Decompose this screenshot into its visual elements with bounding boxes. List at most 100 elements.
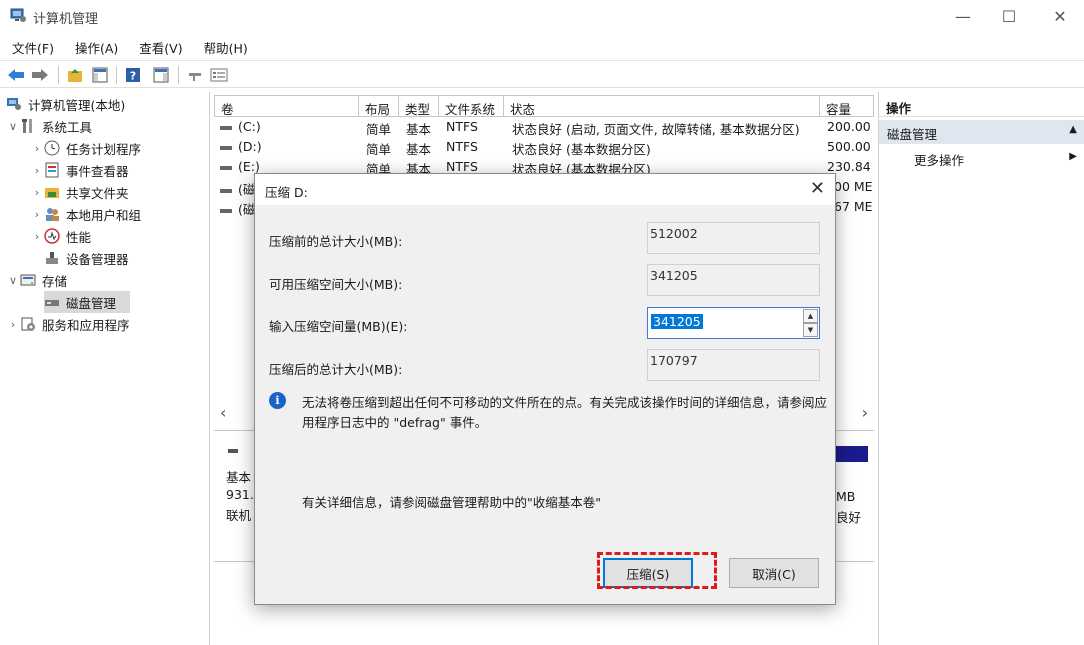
tree-item-system-tools[interactable]: ∨ 系统工具 [6,115,92,137]
services-icon [21,317,35,331]
collapse-chevron-icon[interactable]: ∨ [6,120,20,133]
tree-item-services-apps[interactable]: › 服务和应用程序 [6,313,130,335]
column-header-status[interactable]: 状态 [504,95,820,117]
tree-label: 磁盘管理 [66,295,117,311]
drive-icon [220,208,232,213]
capacity-cell: 500.00 [827,139,871,154]
tree-item-shared-folders[interactable]: › 共享文件夹 [30,181,129,203]
tree-item-performance[interactable]: › 性能 [30,225,91,247]
menu-view[interactable]: 查看(V) [127,35,191,57]
actions-section-disk-management[interactable]: 磁盘管理 ▲ [879,120,1084,144]
type-cell: 基本 [406,142,432,157]
dialog-title: 压缩 D: [265,185,308,200]
maximize-button[interactable]: ☐ [986,0,1032,33]
total-after-label: 压缩后的总计大小(MB): [269,362,403,377]
shrink-amount-value[interactable]: 341205 [651,314,703,329]
expand-chevron-icon[interactable]: › [30,230,44,243]
info-message: 无法将卷压缩到超出任何不可移动的文件所在的点。有关完成该操作时间的详细信息，请参… [302,395,828,430]
tree-item-event-viewer[interactable]: › 事件查看器 [30,159,129,181]
storage-icon [20,274,36,286]
spin-up-icon[interactable]: ▲ [803,309,818,323]
scroll-left-icon[interactable]: ‹ [220,403,226,422]
users-icon [46,208,59,221]
type-cell: 基本 [406,122,432,137]
spin-down-icon[interactable]: ▼ [803,323,818,337]
menu-action[interactable]: 操作(A) [63,35,127,57]
back-arrow-icon[interactable] [6,65,26,85]
close-window-button[interactable]: ✕ [1037,0,1083,33]
tree-item-disk-management[interactable]: 磁盘管理 [44,291,130,313]
scroll-right-icon[interactable]: › [862,403,868,422]
column-header-type[interactable]: 类型 [399,95,439,117]
more-actions-item[interactable]: 更多操作 ▶ [879,148,1084,170]
expand-chevron-icon[interactable]: › [30,164,44,177]
tree-item-local-users[interactable]: › 本地用户和组 [30,203,141,225]
partition-status-label: 良好 [836,510,862,525]
connect-icon[interactable] [185,65,205,85]
capacity-cell: 200.00 [827,119,871,134]
disk-status-label: 联机 [226,508,252,523]
drive-icon [220,188,232,193]
toolbar-separator [116,66,117,84]
tree-item-task-scheduler[interactable]: › 任务计划程序 [30,137,141,159]
menu-file[interactable]: 文件(F) [0,35,63,57]
toolbar: ? [0,60,1084,88]
help-message: 有关详细信息，请参阅磁盘管理帮助中的"收缩基本卷" [302,495,602,510]
menu-help[interactable]: 帮助(H) [192,35,257,57]
help-icon[interactable]: ? [123,65,143,85]
computer-management-icon [10,8,26,22]
forward-arrow-icon[interactable] [30,65,50,85]
tree-item-device-manager[interactable]: 设备管理器 [44,247,129,269]
tree-item-root[interactable]: 计算机管理(本地) [6,93,125,115]
disk-type-label: 基本 [226,470,252,485]
expand-chevron-icon[interactable]: › [30,186,44,199]
column-header-filesystem[interactable]: 文件系统 [439,95,504,117]
table-row[interactable]: (C:) 简单 基本 NTFS 状态良好 (启动, 页面文件, 故障转储, 基本… [214,117,874,137]
total-before-label: 压缩前的总计大小(MB): [269,234,403,249]
tree-label: 事件查看器 [66,163,129,179]
properties-icon[interactable] [209,65,229,85]
column-header-capacity[interactable]: 容量 [820,95,874,117]
menu-bar: 文件(F) 操作(A) 查看(V) 帮助(H) [0,35,257,57]
layout-cell: 简单 [366,122,392,137]
table-row[interactable]: (D:) 简单 基本 NTFS 状态良好 (基本数据分区) 500.00 [214,137,874,157]
volume-cell: (磁 [220,179,255,198]
status-cell: 状态良好 (基本数据分区) [512,142,651,157]
total-after-value: 170797 [647,349,820,381]
tree-label: 服务和应用程序 [42,317,130,333]
shrink-amount-label: 输入压缩空间量(MB)(E): [269,319,408,334]
collapse-chevron-icon[interactable]: ∨ [6,274,20,287]
shrink-button-highlight [597,552,717,589]
layout-cell: 简单 [366,142,392,157]
tree-label: 共享文件夹 [66,185,129,201]
tree-item-storage[interactable]: ∨ 存储 [6,269,67,291]
available-space-value: 341205 [647,264,820,296]
show-hide-action-pane-icon[interactable] [151,65,171,85]
shrink-amount-input[interactable]: 341205 ▲ ▼ [647,307,820,339]
section-label: 磁盘管理 [887,127,938,142]
filesystem-cell: NTFS [446,119,478,134]
expand-chevron-icon[interactable]: › [30,208,44,221]
shared-folder-icon [45,188,59,198]
volume-cell: (C:) [220,119,261,134]
show-hide-console-tree-icon[interactable] [90,65,110,85]
expand-chevron-icon[interactable]: › [6,318,20,331]
clock-icon [44,140,60,156]
total-before-value: 512002 [647,222,820,254]
title-bar: 计算机管理 — ☐ ✕ [0,0,1084,33]
disk-icon [228,449,238,453]
volume-name: (磁 [238,182,256,197]
column-header-volume[interactable]: 卷 [214,95,359,117]
collapse-arrow-icon[interactable]: ▲ [1069,124,1077,135]
actions-header: 操作 [879,95,1084,117]
minimize-button[interactable]: — [940,0,986,33]
drive-icon [220,165,232,170]
capacity-cell: 00 ME [834,179,873,194]
dialog-close-button[interactable]: ✕ [810,178,825,199]
console-tree: 计算机管理(本地) ∨ 系统工具 › 任务计划程序 › 事件查看器 › 共享文件… [0,92,210,645]
up-folder-icon[interactable] [65,65,85,85]
expand-chevron-icon[interactable]: › [30,142,44,155]
cancel-button[interactable]: 取消(C) [729,558,819,588]
volume-name: (C:) [238,119,261,134]
column-header-layout[interactable]: 布局 [359,95,399,117]
